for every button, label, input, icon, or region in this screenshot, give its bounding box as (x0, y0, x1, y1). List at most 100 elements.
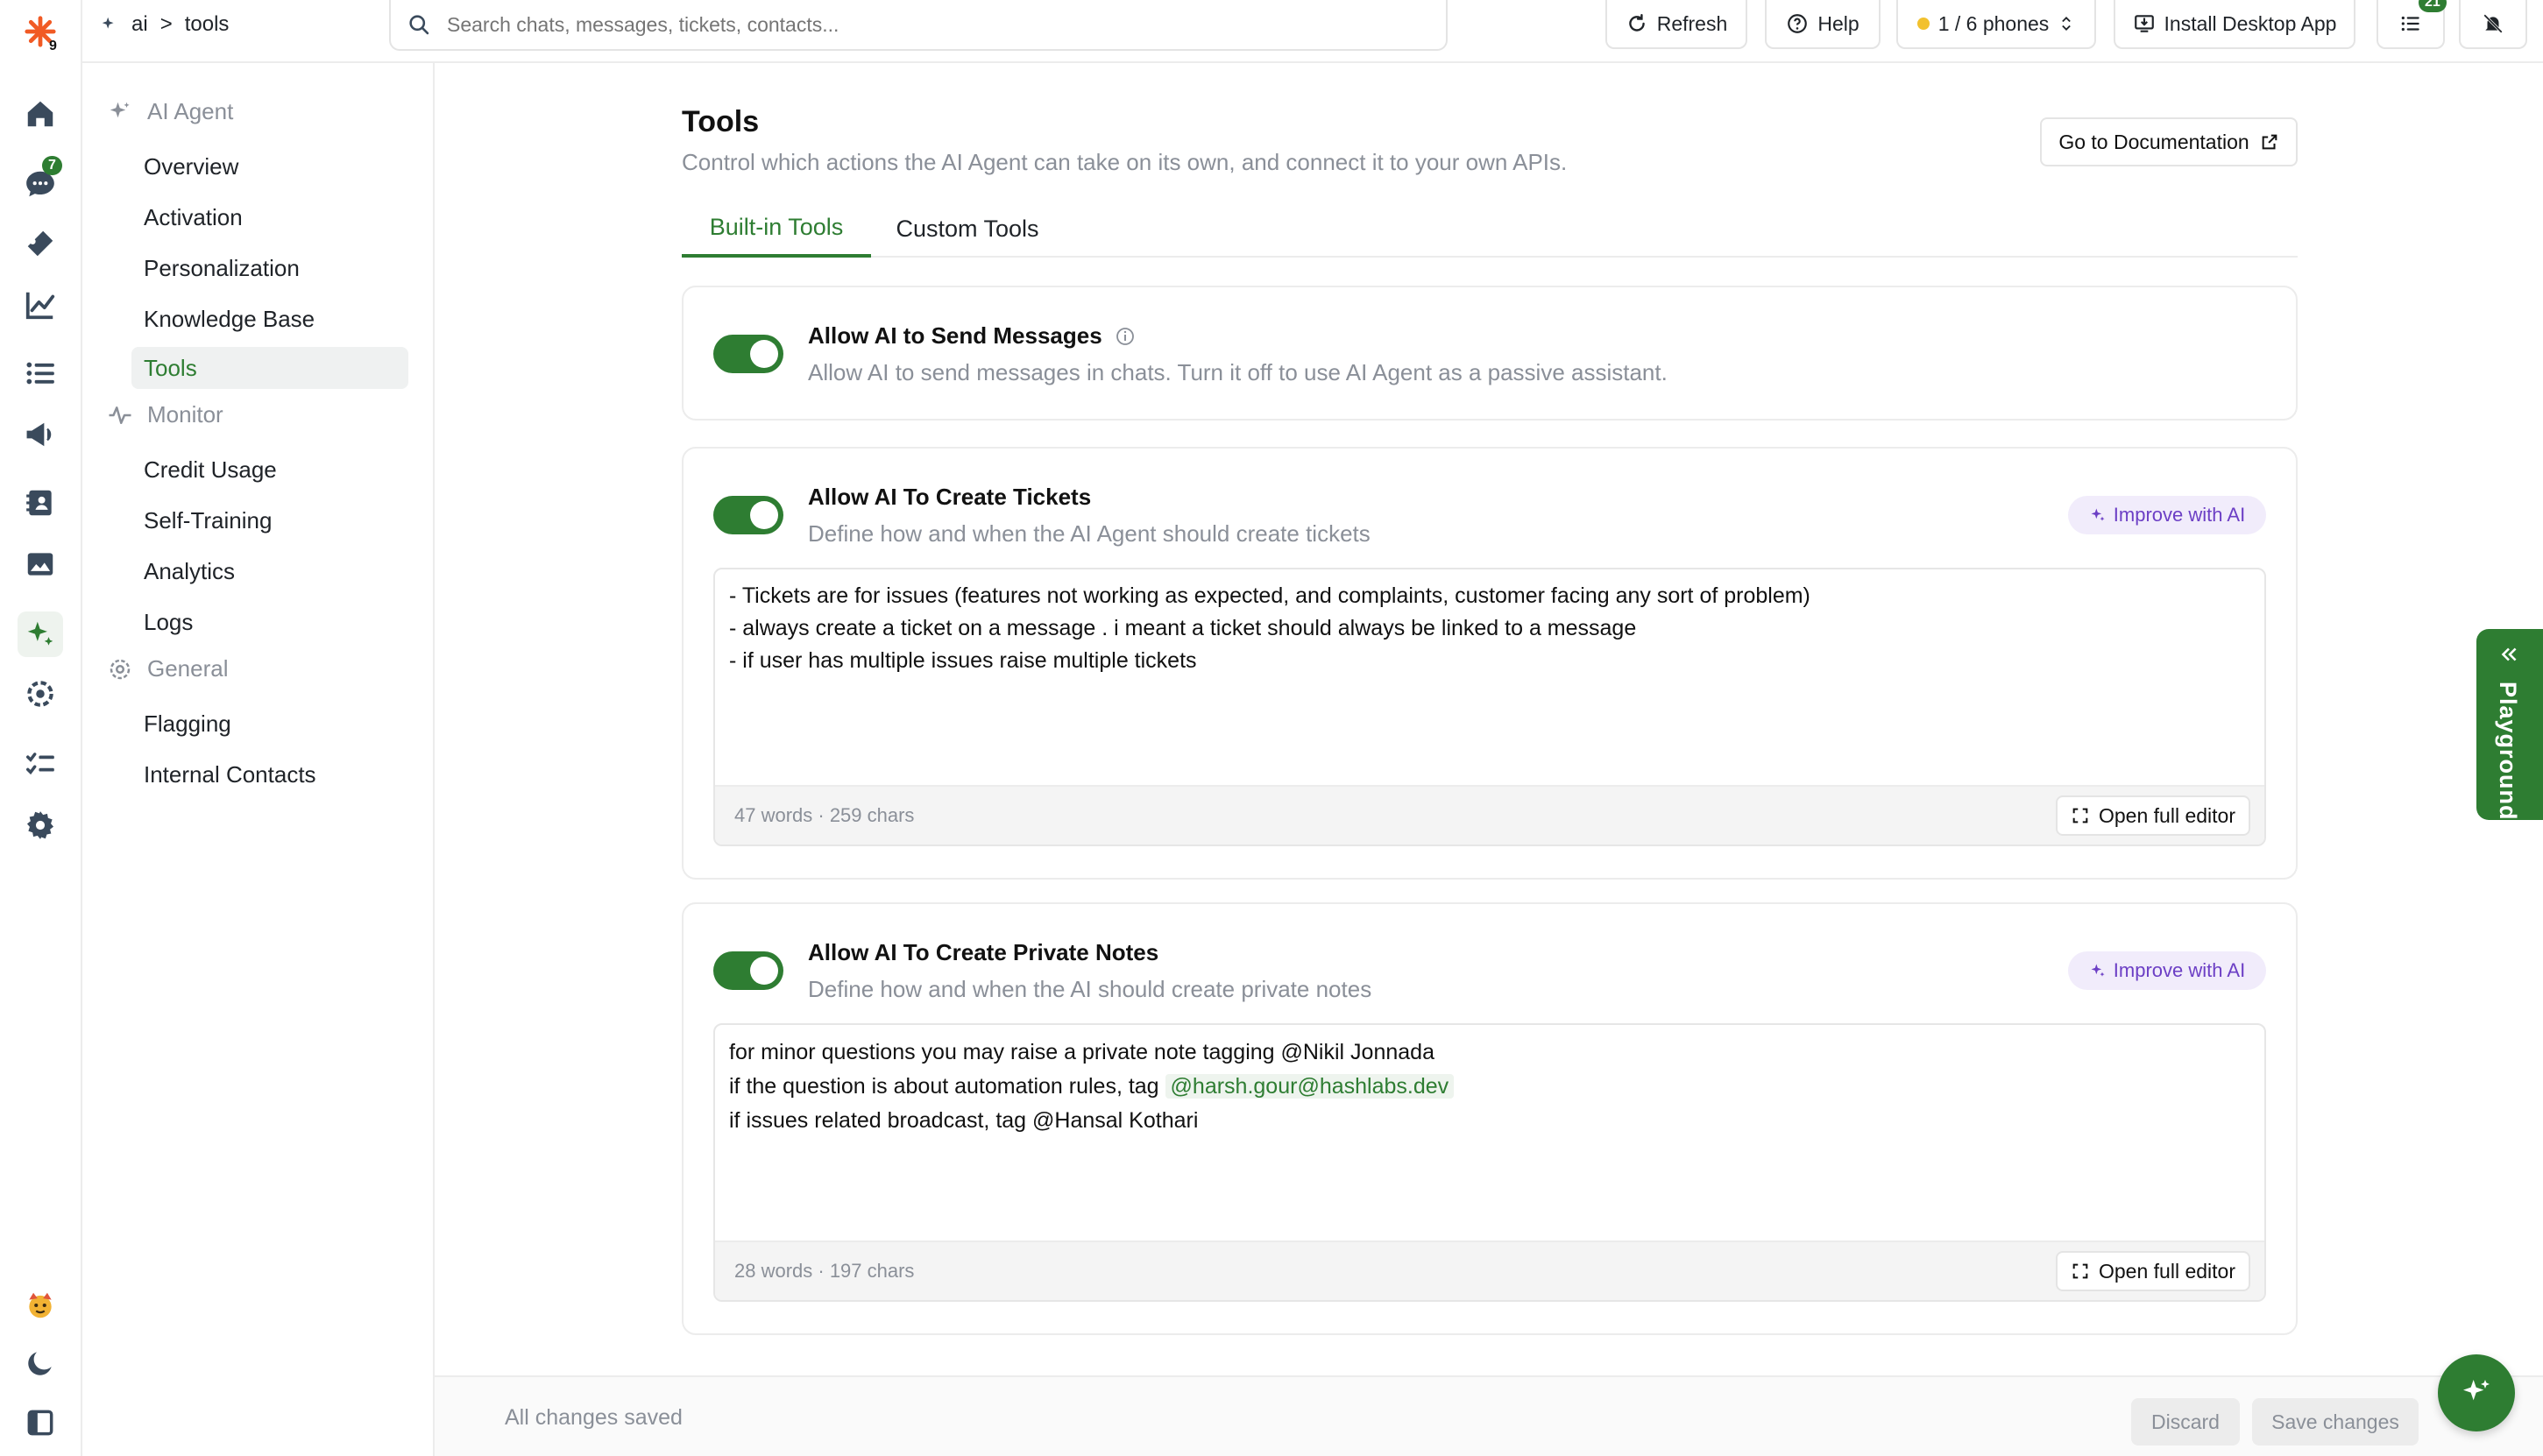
help-circle-icon (1788, 14, 1808, 33)
improve-with-ai-button[interactable]: Improve with AI (2068, 496, 2266, 534)
refresh-button[interactable]: Refresh (1605, 0, 1747, 49)
broadcast-megaphone-icon[interactable] (18, 412, 63, 457)
open-full-editor-button[interactable]: Open full editor (2056, 1251, 2250, 1291)
section-general: General (107, 655, 229, 682)
word-char-count: 47 words · 259 chars (734, 804, 915, 826)
collapse-sidebar-icon[interactable] (18, 1400, 63, 1445)
checklist-icon[interactable] (18, 741, 63, 787)
ai-sparkle-icon (110, 102, 130, 117)
notes-line: if the question is about automation rule… (729, 1070, 2250, 1104)
nav-item-activation[interactable]: Activation (131, 196, 408, 238)
mention-tag[interactable]: @harsh.gour@hashlabs.dev (1165, 1074, 1455, 1099)
chats-badge: 7 (42, 156, 62, 175)
tickets-line: - always create a ticket on a message . … (729, 616, 1637, 640)
contacts-book-icon[interactable] (18, 480, 63, 526)
search-icon (409, 15, 429, 35)
tickets-instructions-editor[interactable]: - Tickets are for issues (features not w… (713, 568, 2266, 846)
private-notes-title: Allow AI To Create Private Notes (808, 939, 1159, 965)
page-title: Tools (682, 105, 760, 138)
create-tickets-title: Allow AI To Create Tickets (808, 484, 1092, 510)
section-monitor: Monitor (107, 401, 223, 428)
word-char-count: 28 words · 197 chars (734, 1260, 915, 1282)
discard-button[interactable]: Discard (2131, 1398, 2240, 1445)
private-notes-instructions-editor[interactable]: for minor questions you may raise a priv… (713, 1023, 2266, 1302)
nav-item-logs[interactable]: Logs (131, 601, 408, 643)
user-avatar-icon[interactable] (18, 1283, 63, 1328)
go-to-documentation-button[interactable]: Go to Documentation (2040, 117, 2298, 166)
save-changes-button[interactable]: Save changes (2252, 1398, 2419, 1445)
nav-item-self-training[interactable]: Self-Training (131, 499, 408, 541)
nav-item-credit-usage[interactable]: Credit Usage (131, 449, 408, 491)
improve-label: Improve with AI (2113, 504, 2246, 526)
search-input[interactable] (447, 12, 1411, 37)
analytics-chart-icon[interactable] (18, 282, 63, 328)
tool-card-create-tickets: Allow AI To Create Tickets Define how an… (682, 447, 2298, 880)
phones-selector[interactable]: 1 / 6 phones (1896, 0, 2096, 49)
private-notes-description: Define how and when the AI should create… (808, 976, 1372, 1002)
notes-line: if issues related broadcast, tag @Hansal… (729, 1108, 1199, 1133)
tickets-instructions-text[interactable]: - Tickets are for issues (features not w… (729, 580, 2250, 677)
page-subtitle: Control which actions the AI Agent can t… (682, 149, 1568, 175)
notes-line: for minor questions you may raise a priv… (729, 1040, 1434, 1064)
section-ai-agent-label: AI Agent (147, 98, 234, 124)
ai-sparkle-small-icon (102, 17, 114, 29)
nav-item-tools[interactable]: Tools (131, 347, 408, 389)
improve-with-ai-button[interactable]: Improve with AI (2068, 951, 2266, 990)
brand-logo-icon[interactable]: 9 (18, 9, 63, 54)
doc-button-label: Go to Documentation (2058, 130, 2249, 153)
tab-built-in-tools[interactable]: Built-in Tools (682, 200, 871, 258)
nav-item-overview[interactable]: Overview (131, 145, 408, 187)
tickets-icon[interactable] (18, 221, 63, 266)
icon-rail: 9 7 (0, 0, 82, 1456)
activity-pulse-icon (109, 406, 131, 424)
open-full-editor-button[interactable]: Open full editor (2056, 795, 2250, 836)
nav-item-flagging[interactable]: Flagging (131, 703, 408, 745)
nav-item-knowledge-base[interactable]: Knowledge Base (131, 298, 408, 340)
automation-gear-icon[interactable] (18, 671, 63, 717)
breadcrumb-separator: > (159, 12, 173, 36)
notifications-button[interactable] (2459, 0, 2527, 49)
settings-gear-icon[interactable] (18, 802, 63, 848)
main-content: Tools Control which actions the AI Agent… (435, 63, 2543, 1377)
ai-assistant-fab[interactable] (2438, 1354, 2515, 1431)
ai-settings-nav: AI Agent Overview Activation Personaliza… (82, 63, 435, 1456)
playground-label: Playground (2495, 682, 2521, 821)
create-tickets-description: Define how and when the AI Agent should … (808, 520, 1371, 547)
playground-drawer-tab[interactable]: Playground (2476, 629, 2543, 821)
chevrons-left-icon (2501, 647, 2517, 661)
expand-icon (2072, 1263, 2088, 1279)
info-icon[interactable] (1115, 326, 1136, 347)
task-list-button[interactable]: 21 (2377, 0, 2447, 49)
editor-footer: 28 words · 197 chars Open full editor (715, 1240, 2264, 1300)
gear-icon (110, 659, 131, 679)
global-search[interactable] (389, 0, 1448, 51)
media-gallery-icon[interactable] (18, 541, 63, 587)
save-bar: All changes saved Discard Save changes (435, 1375, 2543, 1456)
install-desktop-app-button[interactable]: Install Desktop App (2114, 0, 2355, 49)
tickets-line: - if user has multiple issues raise mult… (729, 648, 1197, 673)
top-bar: ai > tools Refresh Help 1 / 6 phones Ins… (82, 0, 2543, 63)
tab-custom-tools[interactable]: Custom Tools (885, 200, 1050, 258)
section-monitor-label: Monitor (147, 401, 223, 428)
expand-icon (2072, 808, 2088, 823)
sparkle-icon (2091, 508, 2105, 521)
send-messages-title: Allow AI to Send Messages (808, 322, 1136, 350)
chats-icon[interactable]: 7 (18, 156, 63, 207)
private-notes-toggle[interactable] (713, 951, 783, 990)
dark-mode-moon-icon[interactable] (18, 1340, 63, 1386)
private-notes-instructions-text[interactable]: for minor questions you may raise a priv… (729, 1035, 2250, 1138)
help-button[interactable]: Help (1765, 0, 1881, 49)
send-messages-description: Allow AI to send messages in chats. Turn… (808, 359, 1668, 385)
create-tickets-toggle[interactable] (713, 496, 783, 534)
help-label: Help (1817, 11, 1859, 35)
ai-sparkle-icon[interactable] (18, 611, 63, 657)
nav-item-personalization[interactable]: Personalization (131, 247, 408, 289)
chevron-updown-icon (2062, 17, 2072, 31)
send-messages-title-text: Allow AI to Send Messages (808, 322, 1102, 349)
nav-item-analytics[interactable]: Analytics (131, 550, 408, 592)
breadcrumb-root[interactable]: ai (131, 12, 148, 37)
home-icon[interactable] (18, 91, 63, 137)
list-icon[interactable] (18, 350, 63, 396)
nav-item-internal-contacts[interactable]: Internal Contacts (131, 753, 408, 795)
send-messages-toggle[interactable] (713, 335, 783, 373)
